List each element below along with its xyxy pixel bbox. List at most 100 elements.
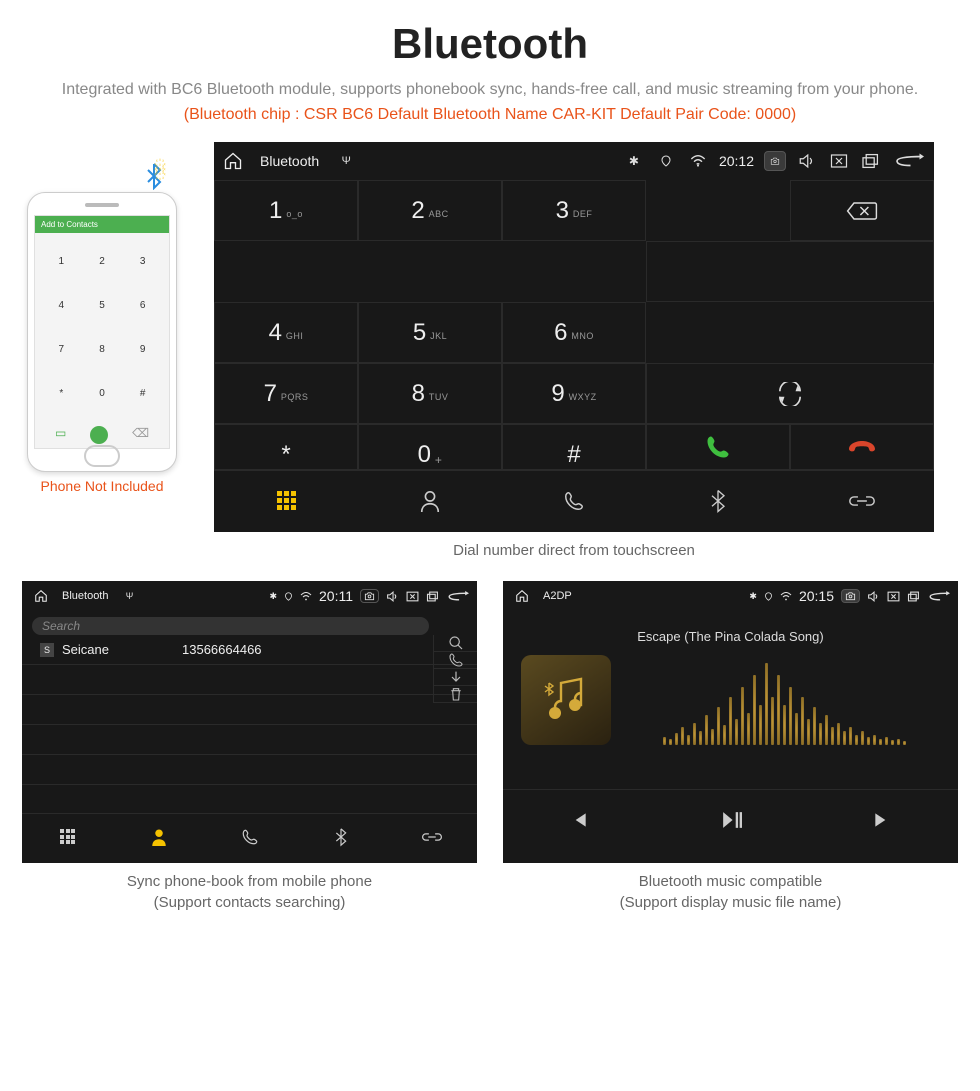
screenshot-icon[interactable] bbox=[764, 151, 786, 171]
key-star[interactable]: * bbox=[214, 424, 358, 470]
tab-dialpad[interactable] bbox=[214, 471, 358, 530]
search-input[interactable]: Search bbox=[32, 617, 429, 635]
phone-not-included-label: Phone Not Included bbox=[22, 478, 182, 494]
volume-icon[interactable] bbox=[867, 591, 880, 602]
contact-row bbox=[22, 695, 477, 725]
phone-mock-column: ꙰꙰꙰ Add to Contacts 123 456 789 *0# ▭ ⌫ bbox=[22, 192, 182, 494]
key-1[interactable]: 1o_o bbox=[214, 180, 358, 241]
statusbar: A2DP ✱ 20:15 bbox=[503, 581, 958, 611]
tab-pair[interactable] bbox=[386, 814, 477, 859]
side-down-icon[interactable] bbox=[433, 669, 477, 686]
recent-apps-icon[interactable] bbox=[426, 591, 440, 602]
close-app-icon[interactable] bbox=[406, 591, 419, 602]
phone-outline-icon bbox=[563, 490, 585, 512]
headunit-music: A2DP ✱ 20:15 Escape (The Pina Colada Son… bbox=[503, 581, 958, 863]
bluetooth-icon: ✱ bbox=[623, 154, 645, 168]
music-caption: Bluetooth music compatible(Support displ… bbox=[503, 871, 958, 913]
song-title: Escape (The Pina Colada Song) bbox=[503, 629, 958, 644]
tab-bluetooth[interactable] bbox=[295, 814, 386, 859]
key-3[interactable]: 3DEF bbox=[502, 180, 646, 241]
key-6[interactable]: 6MNO bbox=[502, 302, 646, 363]
key-hash[interactable]: # bbox=[502, 424, 646, 470]
back-icon[interactable] bbox=[928, 591, 950, 602]
dialpad-icon bbox=[60, 829, 75, 844]
statusbar-time: 20:11 bbox=[319, 588, 353, 604]
phonebook-caption: Sync phone-book from mobile phone(Suppor… bbox=[22, 871, 477, 913]
key-2[interactable]: 2ABC bbox=[358, 180, 502, 241]
spec-line: (Bluetooth chip : CSR BC6 Default Blueto… bbox=[0, 106, 980, 124]
dialpad-icon bbox=[277, 491, 296, 510]
key-4[interactable]: 4GHI bbox=[214, 302, 358, 363]
contacts-icon bbox=[150, 827, 168, 847]
wifi-icon bbox=[780, 592, 792, 601]
tab-call-log[interactable] bbox=[502, 471, 646, 530]
album-art-bluetooth-music-icon bbox=[521, 655, 611, 745]
contact-row[interactable]: S Seicane 13566664466 bbox=[22, 635, 477, 665]
music-controls bbox=[503, 789, 958, 849]
call-button[interactable] bbox=[646, 424, 790, 470]
bluetooth-icon: ✱ bbox=[269, 591, 277, 602]
side-call-icon[interactable] bbox=[433, 652, 477, 669]
contact-row bbox=[22, 755, 477, 785]
phone-mock-dialpad: 123 456 789 *0# bbox=[35, 233, 169, 422]
home-icon[interactable] bbox=[222, 151, 244, 171]
key-9[interactable]: 9WXYZ bbox=[502, 363, 646, 424]
dialer-caption: Dial number direct from touchscreen bbox=[214, 540, 934, 561]
screenshot-icon[interactable] bbox=[841, 589, 860, 603]
contact-row bbox=[22, 665, 477, 695]
wifi-icon bbox=[687, 155, 709, 167]
hangup-button[interactable] bbox=[790, 424, 934, 470]
volume-icon[interactable] bbox=[796, 153, 818, 169]
bluetooth-icon: ✱ bbox=[749, 591, 757, 602]
back-icon[interactable] bbox=[447, 591, 469, 602]
backspace-icon[interactable] bbox=[790, 180, 934, 241]
contact-number: 13566664466 bbox=[182, 642, 262, 657]
home-icon[interactable] bbox=[511, 589, 533, 603]
prev-track-button[interactable] bbox=[503, 790, 655, 849]
tab-bluetooth[interactable] bbox=[646, 471, 790, 530]
usb-icon: Ψ bbox=[335, 155, 357, 167]
back-icon[interactable] bbox=[892, 153, 926, 169]
key-0[interactable]: 0+ bbox=[358, 424, 502, 470]
phone-mock-call-icon bbox=[90, 426, 108, 444]
close-app-icon[interactable] bbox=[887, 591, 900, 602]
screenshot-icon[interactable] bbox=[360, 589, 379, 603]
close-app-icon[interactable] bbox=[828, 153, 850, 169]
next-track-button[interactable] bbox=[806, 790, 958, 849]
statusbar-title: A2DP bbox=[543, 590, 572, 602]
wifi-icon bbox=[300, 592, 312, 601]
tab-contacts[interactable] bbox=[358, 471, 502, 530]
side-delete-icon[interactable] bbox=[433, 686, 477, 703]
contact-name: Seicane bbox=[62, 642, 182, 657]
headunit-dialer: Bluetooth Ψ ✱ 20:12 1o_o 2ABC bbox=[214, 142, 934, 532]
tab-call-log[interactable] bbox=[204, 814, 295, 859]
tab-dialpad[interactable] bbox=[22, 814, 113, 859]
statusbar: Bluetooth Ψ ✱ 20:11 bbox=[22, 581, 477, 611]
link-icon bbox=[849, 492, 875, 510]
tab-contacts[interactable] bbox=[113, 814, 204, 859]
headunit-phonebook-column: Bluetooth Ψ ✱ 20:11 Search bbox=[22, 581, 477, 929]
phone-mock-header: Add to Contacts bbox=[35, 216, 169, 233]
headunit-dialer-column: Bluetooth Ψ ✱ 20:12 1o_o 2ABC bbox=[214, 142, 934, 577]
key-8[interactable]: 8TUV bbox=[358, 363, 502, 424]
statusbar-time: 20:12 bbox=[719, 153, 754, 169]
location-icon bbox=[655, 154, 677, 168]
tab-pair[interactable] bbox=[790, 471, 934, 530]
headunit-music-column: A2DP ✱ 20:15 Escape (The Pina Colada Son… bbox=[503, 581, 958, 929]
bluetooth-icon bbox=[709, 488, 727, 514]
play-pause-button[interactable] bbox=[655, 790, 807, 849]
volume-icon[interactable] bbox=[386, 591, 399, 602]
contacts-icon bbox=[419, 489, 441, 513]
contact-initial-badge: S bbox=[40, 643, 54, 657]
visualizer bbox=[629, 655, 940, 745]
side-search-icon[interactable] bbox=[433, 635, 477, 652]
key-7[interactable]: 7PQRS bbox=[214, 363, 358, 424]
page-title: Bluetooth bbox=[0, 20, 980, 68]
recent-apps-icon[interactable] bbox=[907, 591, 921, 602]
recent-apps-icon[interactable] bbox=[860, 153, 882, 169]
headunit-phonebook: Bluetooth Ψ ✱ 20:11 Search bbox=[22, 581, 477, 863]
home-icon[interactable] bbox=[30, 589, 52, 603]
statusbar-title: Bluetooth bbox=[260, 153, 319, 169]
redial-icon[interactable] bbox=[646, 363, 934, 424]
key-5[interactable]: 5JKL bbox=[358, 302, 502, 363]
